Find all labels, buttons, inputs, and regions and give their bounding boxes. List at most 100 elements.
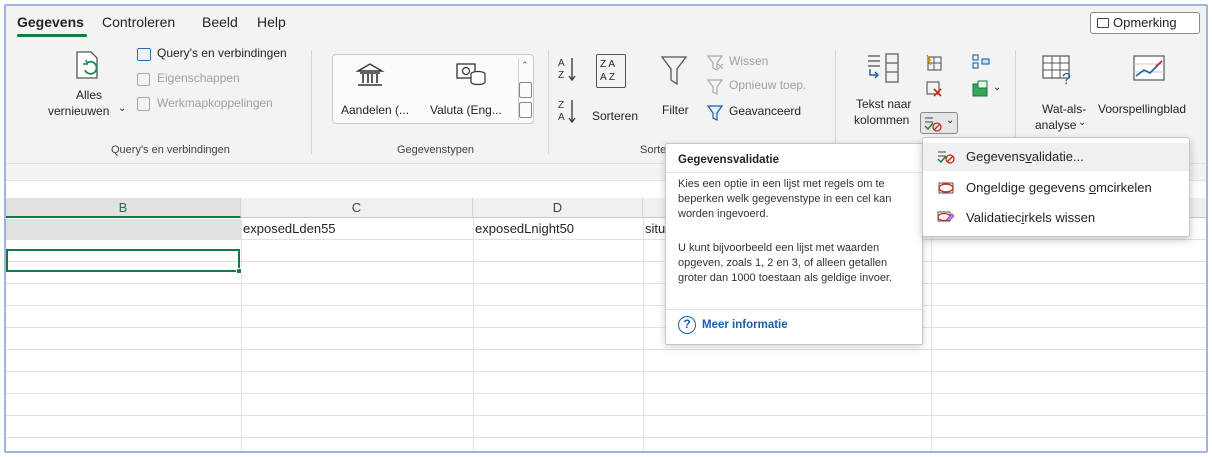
column-header-label: B	[118, 200, 128, 215]
text-to-columns-label2: kolommen	[854, 113, 910, 127]
tab-help[interactable]: Help	[257, 14, 286, 30]
table-row	[6, 284, 1206, 306]
consolidate-icon	[972, 54, 990, 69]
excel-window: Gegevens Controleren Beeld Help Opmerkin…	[4, 4, 1208, 453]
table-row	[6, 328, 1206, 350]
refresh-icon	[76, 51, 98, 79]
sort-label: Sorteren	[592, 109, 639, 123]
chevron-down-icon	[519, 82, 532, 98]
forecast-icon	[1133, 55, 1165, 81]
text-to-columns-label1: Tekst naar	[856, 97, 912, 111]
group-separator	[548, 50, 549, 154]
what-if-label2: analyse	[1035, 118, 1077, 132]
active-cell[interactable]	[6, 249, 242, 274]
tooltip-divider	[666, 172, 922, 173]
queries-icon	[137, 48, 151, 61]
filter-icon	[660, 56, 688, 86]
column-header-d[interactable]: D	[473, 198, 643, 218]
sort-dialog-icon: Z A A Z	[596, 54, 626, 88]
tooltip-description: Kies een optie in een lijst met regels o…	[678, 178, 892, 220]
table-row	[6, 306, 1206, 328]
column-header-label: D	[552, 200, 563, 215]
group-label-datatypes: Gegevenstypen	[397, 144, 475, 156]
grid-line	[931, 218, 932, 451]
menu-item-circle-invalid[interactable]: Ongeldige gegevens omcirkelen	[923, 174, 1189, 202]
grid-line	[643, 218, 644, 451]
column-header-label: C	[351, 200, 362, 215]
data-validation-dropdown-button[interactable]: ⌄	[920, 112, 958, 134]
menu-item-label: Gegevensvalidatie...	[966, 149, 1084, 164]
bank-icon	[355, 63, 385, 86]
tooltip-example: U kunt bijvoorbeeld een lijst met waarde…	[678, 242, 893, 284]
clear-filter-icon	[707, 55, 724, 71]
tab-gegevens[interactable]: Gegevens	[17, 14, 84, 30]
chevron-up-icon: ⌃	[521, 60, 529, 70]
group-label-sort: Sorte	[640, 144, 667, 156]
chevron-down-icon: ⌄	[946, 115, 955, 126]
table-row	[6, 350, 1206, 372]
refresh-all-label1: Alles	[76, 88, 103, 102]
svg-text:A: A	[558, 112, 565, 123]
comment-button-label: Opmerking	[1113, 15, 1177, 30]
forecast-label: Voorspellingblad	[1098, 102, 1187, 116]
circle-invalid-icon	[938, 182, 954, 194]
menu-item-clear-circles[interactable]: Validatiecirkels wissen	[923, 204, 1189, 232]
cell-e1[interactable]: situ	[645, 219, 665, 239]
data-validation-menu: Gegevensvalidatie... Ongeldige gegevens …	[922, 137, 1190, 237]
column-header-b[interactable]: B	[6, 198, 241, 218]
workbook-links-icon	[137, 97, 150, 111]
workbook-links-label: Werkmapkoppelingen	[157, 96, 273, 110]
menu-item-label: Ongeldige gegevens omcirkelen	[966, 180, 1152, 195]
data-validation-icon	[937, 151, 955, 164]
column-header-c[interactable]: C	[241, 198, 473, 218]
table-row	[6, 416, 1206, 438]
cell-c1[interactable]: exposedLden55	[243, 219, 471, 239]
menu-item-data-validation[interactable]: Gegevensvalidatie...	[923, 143, 1189, 171]
clear-label: Wissen	[729, 54, 769, 68]
properties-icon	[137, 73, 150, 86]
svg-text:Z: Z	[558, 70, 564, 81]
chevron-down-icon: ⌄	[1078, 117, 1087, 128]
advanced-filter-icon	[707, 105, 724, 121]
table-row	[6, 372, 1206, 394]
grid-line	[241, 218, 242, 451]
chevron-down-icon: ⌄	[118, 103, 127, 114]
cell-d1[interactable]: exposedLnight50	[475, 219, 641, 239]
active-tab-indicator	[17, 34, 87, 37]
what-if-label1: Wat-als-	[1042, 102, 1087, 116]
refresh-all-label2: vernieuwen	[48, 104, 110, 118]
tab-controleren[interactable]: Controleren	[102, 14, 175, 30]
group-separator	[311, 50, 312, 154]
grid-line	[473, 218, 474, 451]
ribbon-tabs: Gegevens Controleren Beeld Help Opmerkin…	[6, 6, 1206, 40]
more-info-link[interactable]: Meer informatie	[702, 319, 788, 331]
comment-button[interactable]: Opmerking	[1090, 12, 1200, 34]
group-label-queries: Query's en verbindingen	[111, 144, 230, 156]
svg-text:?: ?	[1062, 71, 1071, 86]
clear-circles-icon	[937, 211, 955, 222]
expand-gallery-icon	[519, 102, 532, 118]
selected-cell-b1[interactable]	[6, 219, 241, 239]
queries-connections-label: Query's en verbindingen	[157, 46, 287, 60]
currencies-label: Valuta (Eng...	[430, 103, 502, 117]
tooltip-divider	[666, 309, 922, 310]
data-model-icon	[972, 80, 988, 97]
gallery-scroll[interactable]: ⌃	[518, 58, 532, 120]
table-row	[6, 438, 1206, 451]
svg-text:Z: Z	[558, 100, 564, 111]
table-row	[6, 394, 1206, 416]
flash-fill-icon	[926, 54, 942, 71]
menu-item-label: Validatiecirkels wissen	[966, 210, 1096, 225]
group-separator	[835, 50, 836, 154]
currency-icon	[456, 63, 486, 86]
tab-beeld[interactable]: Beeld	[202, 14, 238, 30]
text-to-columns-icon	[868, 53, 899, 83]
remove-duplicates-icon	[926, 81, 942, 97]
fill-handle[interactable]	[236, 268, 242, 274]
reapply-icon	[707, 79, 724, 95]
comment-icon	[1097, 18, 1109, 28]
sort-za-icon[interactable]: Z A	[557, 96, 579, 130]
filter-label: Filter	[662, 103, 689, 117]
data-validation-icon	[924, 117, 942, 132]
sort-az-icon[interactable]: A Z	[557, 54, 579, 88]
